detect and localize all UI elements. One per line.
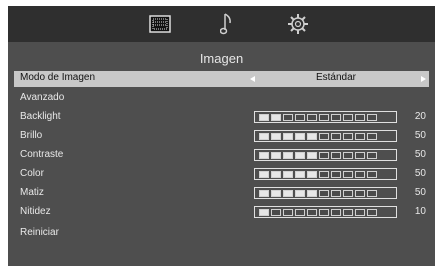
slider-segment	[319, 132, 329, 140]
slider-bar[interactable]	[254, 111, 397, 123]
reset-label: Reiniciar	[20, 227, 59, 238]
slider-segment	[307, 113, 317, 121]
slider-segment	[343, 132, 353, 140]
slider-segment	[343, 189, 353, 197]
slider-value: 50	[414, 168, 426, 179]
slider-value: 10	[414, 206, 426, 217]
slider-segment	[271, 189, 281, 197]
slider-label: Contraste	[20, 149, 64, 160]
slider-segment	[283, 208, 293, 216]
slider-segment	[307, 151, 317, 159]
slider-segment	[295, 132, 305, 140]
slider-label: Brillo	[20, 130, 43, 141]
slider-label: Color	[20, 168, 44, 179]
reset-row[interactable]: Reiniciar	[14, 226, 429, 242]
slider-segment	[307, 132, 317, 140]
slider-row[interactable]: Matiz 50	[14, 186, 429, 202]
picture-mode-label: Modo de Imagen	[20, 72, 96, 83]
slider-segment	[295, 189, 305, 197]
slider-segment	[367, 208, 377, 216]
slider-bar[interactable]	[254, 206, 397, 218]
slider-segment	[331, 113, 341, 121]
slider-segment	[271, 151, 281, 159]
slider-segment	[271, 170, 281, 178]
slider-segment	[259, 208, 269, 216]
slider-segment	[319, 208, 329, 216]
slider-segment	[283, 132, 293, 140]
slider-segment	[331, 189, 341, 197]
slider-segment	[367, 113, 377, 121]
slider-row[interactable]: Color 50	[14, 167, 429, 183]
slider-segment	[271, 208, 281, 216]
slider-segment	[331, 208, 341, 216]
music-note-icon[interactable]	[214, 12, 240, 36]
slider-segment	[331, 170, 341, 178]
slider-segment	[355, 208, 365, 216]
slider-segment	[271, 113, 281, 121]
arrow-right-icon[interactable]	[421, 76, 426, 82]
slider-segment	[259, 132, 269, 140]
slider-segment	[307, 170, 317, 178]
slider-segment	[367, 151, 377, 159]
slider-label: Nitidez	[20, 206, 51, 217]
picture-mode-row[interactable]: Modo de Imagen Estándar	[14, 71, 429, 87]
slider-segment	[331, 132, 341, 140]
slider-row[interactable]: Contraste 50	[14, 148, 429, 164]
slider-segment	[319, 189, 329, 197]
slider-segment	[295, 170, 305, 178]
slider-segment	[331, 151, 341, 159]
slider-segment	[343, 170, 353, 178]
category-tabs	[8, 6, 435, 42]
slider-bar[interactable]	[254, 168, 397, 180]
picture-icon[interactable]	[147, 12, 173, 36]
slider-segment	[283, 170, 293, 178]
slider-segment	[295, 208, 305, 216]
slider-row[interactable]: Nitidez 10	[14, 205, 429, 221]
slider-segment	[355, 170, 365, 178]
slider-bar[interactable]	[254, 187, 397, 199]
slider-segment	[367, 132, 377, 140]
advanced-label: Avanzado	[20, 92, 65, 103]
slider-bar[interactable]	[254, 149, 397, 161]
slider-value: 20	[414, 111, 426, 122]
slider-segment	[319, 151, 329, 159]
slider-label: Matiz	[20, 187, 44, 198]
slider-segment	[319, 113, 329, 121]
slider-segment	[295, 151, 305, 159]
advanced-row[interactable]: Avanzado	[14, 91, 429, 107]
slider-segment	[259, 113, 269, 121]
slider-segment	[355, 189, 365, 197]
slider-segment	[283, 151, 293, 159]
slider-segment	[259, 189, 269, 197]
page-title: Imagen	[199, 51, 244, 66]
slider-bar[interactable]	[254, 130, 397, 142]
slider-value: 50	[414, 130, 426, 141]
slider-value: 50	[414, 187, 426, 198]
slider-segment	[343, 208, 353, 216]
slider-row[interactable]: Backlight 20	[14, 110, 429, 126]
slider-segment	[367, 170, 377, 178]
slider-segment	[343, 113, 353, 121]
slider-segment	[259, 170, 269, 178]
slider-segment	[319, 170, 329, 178]
settings-panel: Imagen Modo de Imagen Estándar Avanzado …	[8, 6, 435, 266]
slider-segment	[343, 151, 353, 159]
slider-segment	[283, 189, 293, 197]
picture-mode-value: Estándar	[315, 72, 357, 83]
slider-segment	[367, 189, 377, 197]
slider-segment	[355, 132, 365, 140]
slider-segment	[271, 132, 281, 140]
slider-segment	[259, 151, 269, 159]
gear-icon[interactable]	[285, 12, 311, 36]
slider-row[interactable]: Brillo 50	[14, 129, 429, 145]
slider-segment	[295, 113, 305, 121]
slider-label: Backlight	[20, 111, 61, 122]
slider-segment	[355, 113, 365, 121]
slider-value: 50	[414, 149, 426, 160]
slider-segment	[307, 208, 317, 216]
slider-segment	[307, 189, 317, 197]
slider-segment	[355, 151, 365, 159]
slider-segment	[283, 113, 293, 121]
